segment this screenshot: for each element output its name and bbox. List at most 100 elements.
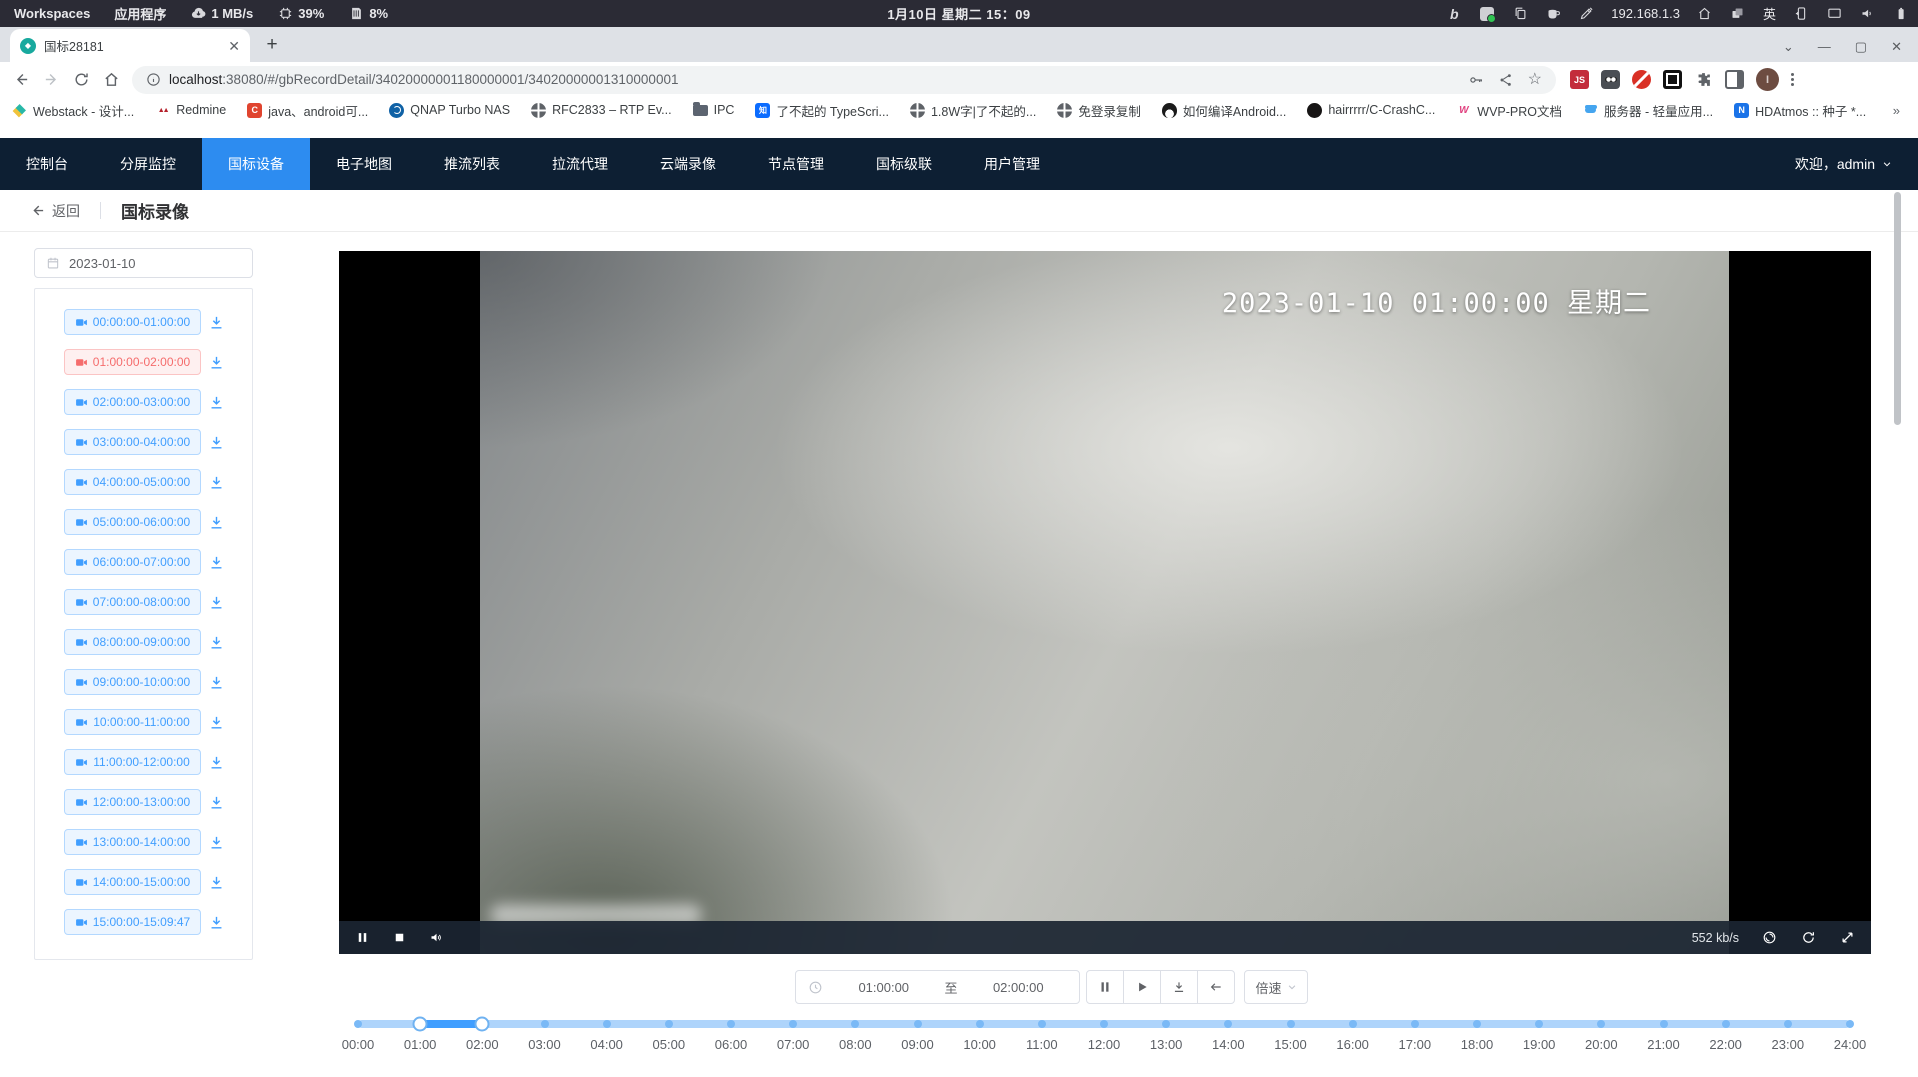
- applications-menu[interactable]: 应用程序: [114, 4, 166, 23]
- download-icon[interactable]: [208, 393, 226, 411]
- download-icon[interactable]: [208, 593, 226, 611]
- recording-range-button[interactable]: 00:00:00-01:00:00: [64, 309, 201, 335]
- download-icon[interactable]: [208, 313, 226, 331]
- download-icon[interactable]: [208, 433, 226, 451]
- timeline-dot[interactable]: [1784, 1020, 1792, 1028]
- bookmark-item[interactable]: Webstack - 设计...: [12, 101, 134, 120]
- tray-app-icon[interactable]: b: [1446, 6, 1462, 22]
- download-button[interactable]: [1160, 970, 1198, 1004]
- recording-range-button[interactable]: 05:00:00-06:00:00: [64, 509, 201, 535]
- timeline-dot[interactable]: [1100, 1020, 1108, 1028]
- scrollbar-thumb[interactable]: [1894, 192, 1901, 425]
- timeline-dot[interactable]: [1846, 1020, 1854, 1028]
- timeline-dot[interactable]: [413, 1017, 428, 1032]
- recording-range-button[interactable]: 02:00:00-03:00:00: [64, 389, 201, 415]
- nav-tab[interactable]: 推流列表: [418, 138, 526, 190]
- phone-link-icon[interactable]: [1793, 6, 1809, 22]
- tab-search-icon[interactable]: ⌄: [1783, 40, 1794, 53]
- download-icon[interactable]: [208, 553, 226, 571]
- bookmark-item[interactable]: 如何编译Android...: [1162, 101, 1287, 120]
- timeline-dot[interactable]: [914, 1020, 922, 1028]
- recording-range-button[interactable]: 08:00:00-09:00:00: [64, 629, 201, 655]
- sidebar-toggle-icon[interactable]: [1725, 70, 1744, 89]
- back-button[interactable]: 返回: [30, 201, 80, 221]
- nav-tab[interactable]: 国标级联: [850, 138, 958, 190]
- timeline-track[interactable]: [358, 1020, 1850, 1028]
- timeline-dot[interactable]: [541, 1020, 549, 1028]
- timeline-dot[interactable]: [1535, 1020, 1543, 1028]
- forward-icon[interactable]: [38, 67, 64, 93]
- bookmark-item[interactable]: Redmine: [155, 103, 226, 118]
- download-icon[interactable]: [208, 793, 226, 811]
- download-icon[interactable]: [208, 873, 226, 891]
- recording-range-button[interactable]: 04:00:00-05:00:00: [64, 469, 201, 495]
- playback-speed-select[interactable]: 倍速: [1244, 970, 1308, 1004]
- nav-tab[interactable]: 节点管理: [742, 138, 850, 190]
- volume-tray-icon[interactable]: [1859, 6, 1875, 22]
- recording-range-button[interactable]: 01:00:00-02:00:00: [64, 349, 201, 375]
- home-icon[interactable]: [98, 67, 124, 93]
- pause-icon[interactable]: [354, 929, 371, 946]
- bookmark-item[interactable]: 服务器 - 轻量应用...: [1583, 101, 1713, 120]
- timeline-dot[interactable]: [354, 1020, 362, 1028]
- range-end-input[interactable]: 02:00:00: [958, 980, 1080, 995]
- bookmark-item[interactable]: hairrrrr/C-CrashC...: [1307, 103, 1435, 118]
- coffee-tray-icon[interactable]: [1545, 6, 1561, 22]
- nav-tab[interactable]: 国标设备: [202, 138, 310, 190]
- back-icon[interactable]: [8, 67, 34, 93]
- download-icon[interactable]: [208, 473, 226, 491]
- ime-indicator[interactable]: 英: [1763, 4, 1776, 23]
- display-tray-icon[interactable]: [1826, 6, 1842, 22]
- reload-icon[interactable]: [68, 67, 94, 93]
- timeline-dot[interactable]: [1349, 1020, 1357, 1028]
- recording-range-button[interactable]: 07:00:00-08:00:00: [64, 589, 201, 615]
- time-range-picker[interactable]: 01:00:00 至 02:00:00: [795, 970, 1080, 1004]
- recording-range-button[interactable]: 13:00:00-14:00:00: [64, 829, 201, 855]
- timeline-dot[interactable]: [1224, 1020, 1232, 1028]
- download-icon[interactable]: [208, 753, 226, 771]
- play-button[interactable]: [1123, 970, 1161, 1004]
- timeline-dot[interactable]: [1660, 1020, 1668, 1028]
- window-close-button[interactable]: ✕: [1891, 40, 1902, 53]
- recording-range-button[interactable]: 09:00:00-10:00:00: [64, 669, 201, 695]
- bookmark-item[interactable]: WVP-PRO文档: [1456, 101, 1562, 120]
- nav-tab[interactable]: 拉流代理: [526, 138, 634, 190]
- recording-range-button[interactable]: 14:00:00-15:00:00: [64, 869, 201, 895]
- tab-close-icon[interactable]: ✕: [228, 39, 240, 53]
- pause-button[interactable]: [1086, 970, 1124, 1004]
- browser-tab[interactable]: ◆ 国标28181 ✕: [10, 29, 250, 62]
- bookmark-item[interactable]: IPC: [693, 103, 735, 117]
- timeline-dot[interactable]: [1038, 1020, 1046, 1028]
- download-icon[interactable]: [208, 713, 226, 731]
- nav-tab[interactable]: 用户管理: [958, 138, 1066, 190]
- timeline-dot[interactable]: [1473, 1020, 1481, 1028]
- recording-range-button[interactable]: 03:00:00-04:00:00: [64, 429, 201, 455]
- timeline-dot[interactable]: [475, 1017, 490, 1032]
- adblock-extension-icon[interactable]: [1632, 70, 1651, 89]
- timeline-dot[interactable]: [665, 1020, 673, 1028]
- password-key-icon[interactable]: [1468, 72, 1484, 88]
- timeline-dot[interactable]: [789, 1020, 797, 1028]
- snapshot-icon[interactable]: [1761, 929, 1778, 946]
- date-picker[interactable]: 2023-01-10: [34, 248, 253, 278]
- timeline-dot[interactable]: [1722, 1020, 1730, 1028]
- download-icon[interactable]: [208, 913, 226, 931]
- bookmark-item[interactable]: java、android可...: [247, 101, 368, 120]
- timeline-dot[interactable]: [603, 1020, 611, 1028]
- darkreader-extension-icon[interactable]: [1663, 70, 1682, 89]
- bookmark-item[interactable]: RFC2833 – RTP Ev...: [531, 103, 672, 118]
- timeline-dot[interactable]: [851, 1020, 859, 1028]
- browser-menu-icon[interactable]: [1791, 73, 1794, 86]
- window-minimize-button[interactable]: —: [1818, 40, 1831, 53]
- address-bar[interactable]: localhost:38080/#/gbRecordDetail/3402000…: [132, 66, 1556, 94]
- timeline-dot[interactable]: [1411, 1020, 1419, 1028]
- range-start-input[interactable]: 01:00:00: [823, 980, 945, 995]
- nav-tab[interactable]: 电子地图: [310, 138, 418, 190]
- share-icon[interactable]: [1498, 72, 1514, 88]
- clipboard-icon[interactable]: [1512, 6, 1528, 22]
- timeline-dot[interactable]: [727, 1020, 735, 1028]
- nav-tab[interactable]: 云端录像: [634, 138, 742, 190]
- recording-range-button[interactable]: 10:00:00-11:00:00: [64, 709, 201, 735]
- profile-avatar[interactable]: I: [1756, 68, 1779, 91]
- extensions-puzzle-icon[interactable]: [1694, 70, 1713, 89]
